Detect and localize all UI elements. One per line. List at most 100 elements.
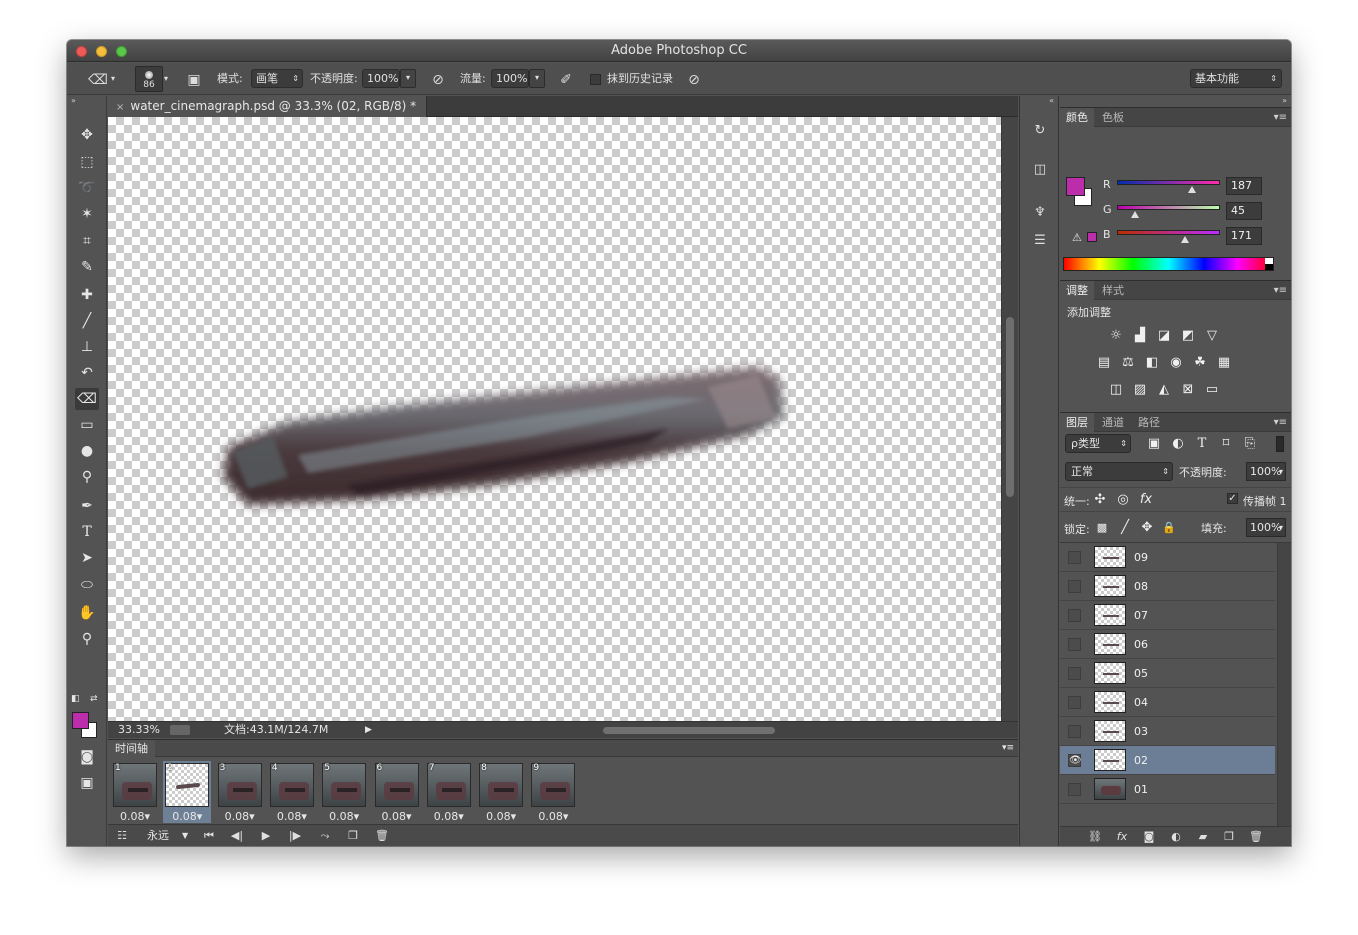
mode-select[interactable]: 画笔 ⇕ — [251, 69, 303, 88]
visibility-toggle[interactable] — [1068, 667, 1081, 680]
gradient-map-icon[interactable]: ▭ — [1202, 381, 1222, 399]
layers-scrollbar[interactable] — [1277, 543, 1291, 827]
opacity-input[interactable]: 100% — [362, 69, 400, 88]
layer-row[interactable]: 👁 02 — [1060, 746, 1275, 775]
timeline-frame[interactable]: 3 0.08▾ — [216, 761, 264, 823]
timeline-frame[interactable]: 1 0.08▾ — [111, 761, 159, 823]
exposure-icon[interactable]: ◩ — [1178, 327, 1198, 345]
play-icon[interactable]: ▶ — [256, 825, 276, 846]
black-white-icon[interactable]: ◧ — [1142, 354, 1162, 372]
blur-tool-icon[interactable]: ● — [75, 440, 99, 462]
b-input[interactable]: 171 — [1226, 227, 1262, 245]
new-layer-icon[interactable]: ❐ — [1218, 827, 1240, 846]
adjustments-panel-menu-icon[interactable]: ▾≡ — [1274, 281, 1287, 300]
layer-opacity-input[interactable]: 100% ▾ — [1246, 462, 1286, 481]
layer-row[interactable]: 04 — [1060, 688, 1275, 717]
frame-delay[interactable]: 0.08▾ — [268, 810, 316, 823]
gradient-tool-icon[interactable]: ▭ — [75, 414, 99, 436]
eraser-tool-icon[interactable]: ⌫ — [75, 388, 99, 410]
timeline-frame[interactable]: 2 0.08▾ — [163, 761, 212, 823]
tablet-pressure-opacity-icon[interactable]: ⊘ — [427, 69, 449, 91]
opacity-dropdown-button[interactable]: ▾ — [400, 69, 416, 88]
frame-delay[interactable]: 0.08▾ — [111, 810, 159, 823]
zoom-tool-icon[interactable]: ⚲ — [75, 628, 99, 650]
tool-preset-arrow[interactable]: ▾ — [111, 69, 115, 89]
fill-input[interactable]: 100% ▾ — [1246, 518, 1286, 537]
brush-settings-icon[interactable]: ☰ — [1028, 230, 1052, 252]
frame-delay[interactable]: 0.08▾ — [373, 810, 421, 823]
r-input[interactable]: 187 — [1226, 177, 1262, 195]
document-canvas[interactable] — [108, 117, 1001, 721]
delete-frame-icon[interactable]: 🗑 — [372, 825, 392, 846]
brush-picker-arrow[interactable]: ▾ — [164, 69, 168, 89]
filter-type-icon[interactable]: T — [1192, 435, 1212, 453]
g-slider-knob[interactable] — [1131, 211, 1139, 218]
move-tool-icon[interactable]: ✥ — [75, 124, 99, 146]
vertical-scroll-thumb[interactable] — [1006, 317, 1014, 497]
filter-toggle-switch[interactable] — [1276, 436, 1284, 452]
layer-row[interactable]: 08 — [1060, 572, 1275, 601]
tab-styles[interactable]: 样式 — [1096, 281, 1130, 300]
layer-row[interactable]: 01 — [1060, 775, 1275, 804]
link-layers-icon[interactable]: ⛓ — [1084, 827, 1106, 846]
blend-mode-select[interactable]: 正常 ⇕ — [1065, 462, 1173, 481]
timeline-frame[interactable]: 5 0.08▾ — [320, 761, 368, 823]
tab-paths[interactable]: 路径 — [1132, 413, 1166, 432]
vibrance-icon[interactable]: ▽ — [1202, 327, 1222, 345]
maximize-window-button[interactable] — [116, 46, 127, 57]
channel-mixer-icon[interactable]: ☘ — [1190, 354, 1210, 372]
erase-to-history-checkbox[interactable] — [590, 74, 601, 85]
hue-saturation-icon[interactable]: ▤ — [1094, 354, 1114, 372]
add-layer-style-icon[interactable]: fx — [1111, 827, 1133, 846]
lasso-tool-icon[interactable]: ➰ — [75, 177, 99, 199]
frame-delay[interactable]: 0.08▾ — [529, 810, 577, 823]
layer-filter-select[interactable]: ρ类型 ⇕ — [1065, 434, 1131, 453]
dodge-tool-icon[interactable]: ⚲ — [75, 466, 99, 488]
brush-tool-icon[interactable]: ╱ — [75, 310, 99, 332]
new-adjustment-layer-icon[interactable]: ◐ — [1165, 827, 1187, 846]
tab-adjustments[interactable]: 调整 — [1060, 281, 1094, 300]
layer-row[interactable]: 09 — [1060, 543, 1275, 572]
photo-filter-icon[interactable]: ◉ — [1166, 354, 1186, 372]
eraser-icon[interactable]: ⌫ — [87, 69, 109, 91]
eye-icon[interactable]: 👁 — [1068, 754, 1082, 767]
dropdown-arrow-icon[interactable]: ▾ — [1279, 519, 1283, 536]
close-tab-icon[interactable]: × — [116, 102, 124, 113]
layer-row[interactable]: 07 — [1060, 601, 1275, 630]
eyedropper-tool-icon[interactable]: ✎ — [75, 256, 99, 278]
dropdown-arrow-icon[interactable]: ▾ — [1279, 463, 1283, 480]
b-slider-knob[interactable] — [1181, 236, 1189, 243]
gamut-color-swatch[interactable] — [1087, 232, 1097, 242]
first-frame-icon[interactable]: ⏮ — [199, 825, 219, 846]
frame-delay[interactable]: 0.08▾ — [477, 810, 525, 823]
posterize-icon[interactable]: ▨ — [1130, 381, 1150, 399]
quick-mask-icon[interactable]: ◙ — [75, 746, 99, 768]
visibility-toggle[interactable] — [1068, 580, 1081, 593]
collapse-panels-icon[interactable]: » — [1282, 96, 1287, 105]
color-panel-foreground-swatch[interactable] — [1066, 177, 1085, 196]
timeline-frame[interactable]: 8 0.08▾ — [477, 761, 525, 823]
history-panel-icon[interactable]: ↻ — [1028, 120, 1052, 142]
unify-visibility-icon[interactable]: ◎ — [1113, 491, 1133, 509]
visibility-toggle[interactable] — [1068, 696, 1081, 709]
propagate-frame-checkbox[interactable]: ✓ — [1227, 493, 1238, 504]
g-slider[interactable] — [1117, 205, 1220, 210]
crop-tool-icon[interactable]: ⌗ — [75, 230, 99, 252]
zoom-level[interactable]: 33.33% — [118, 722, 160, 738]
delete-layer-icon[interactable]: 🗑 — [1245, 827, 1267, 846]
unify-style-icon[interactable]: fx — [1136, 491, 1156, 509]
properties-panel-icon[interactable]: ◫ — [1028, 159, 1052, 181]
timeline-tab[interactable]: 时间轴 — [108, 740, 155, 757]
loop-dropdown-icon[interactable]: ▼ — [182, 825, 188, 846]
tween-icon[interactable]: ⤳ — [315, 825, 335, 846]
horizontal-scroll-thumb[interactable] — [603, 727, 775, 734]
hand-tool-icon[interactable]: ✋ — [75, 602, 99, 624]
status-menu-arrow-icon[interactable]: ▶ — [365, 722, 372, 738]
filter-shape-icon[interactable]: ⌑ — [1216, 435, 1236, 453]
loop-select[interactable]: 永远 — [147, 825, 169, 846]
unify-position-icon[interactable]: ✣ — [1090, 491, 1110, 509]
new-group-icon[interactable]: ▰ — [1192, 827, 1214, 846]
tab-swatches[interactable]: 色板 — [1096, 108, 1130, 127]
invert-icon[interactable]: ◫ — [1106, 381, 1126, 399]
layer-row[interactable]: 05 — [1060, 659, 1275, 688]
